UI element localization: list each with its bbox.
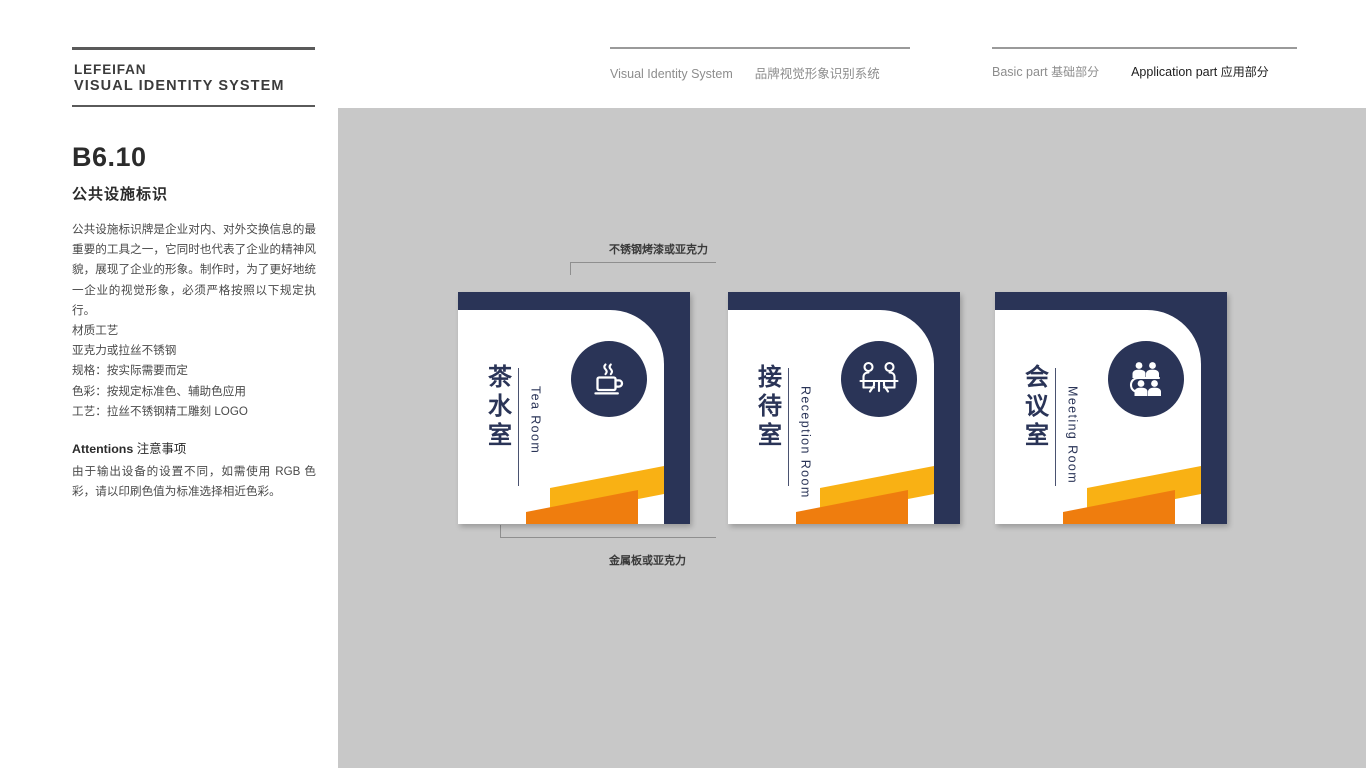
nav-item-basic-part[interactable]: Basic part 基础部分	[992, 63, 1099, 80]
attentions-body: 由于输出设备的设置不同，如需使用 RGB 色彩，请以印刷色值为标准选择相近色彩。	[72, 465, 316, 499]
sidebar: B6.10 公共设施标识 公共设施标识牌是企业对内、对外交换信息的最重要的工具之…	[72, 140, 316, 502]
attentions-heading-cn: 注意事项	[136, 442, 187, 457]
nav-item-visual-identity-system-cn[interactable]: 品牌视觉形象识别系统	[755, 63, 880, 82]
nav-items-right: Basic part 基础部分 Application part 应用部分	[992, 49, 1297, 80]
spec-line-material: 亚克力或拉丝不锈钢	[72, 344, 177, 358]
sign-label-divider	[518, 368, 520, 486]
teacup-icon	[587, 357, 631, 401]
sign-label-group: 会议室 Meeting Room	[1020, 364, 1080, 486]
nav-item-application-part-cn: 应用部分	[1220, 65, 1269, 79]
meeting-group-icon	[1123, 357, 1169, 401]
page-title: 公共设施标识	[72, 186, 169, 203]
sign-label-cn: 接待室	[753, 364, 781, 451]
sign-face: 茶水室 Tea Room	[458, 310, 664, 524]
spec-line-color: 色彩：按规定标准色、辅助色应用	[72, 384, 246, 398]
sign-label-divider	[788, 368, 790, 486]
sign-label-en: Meeting Room	[1065, 386, 1080, 485]
sign-icon-badge	[841, 341, 917, 417]
nav-item-basic-part-en: Basic part	[992, 65, 1048, 79]
callout-line-top-tick	[570, 262, 571, 275]
attentions-heading: Attentions 注意事项	[72, 439, 316, 457]
sign-label-cn: 会议室	[1020, 364, 1048, 451]
sign-face: 接待室 Reception Room	[728, 310, 934, 524]
sign-icon-badge	[571, 341, 647, 417]
brand-name-line2: VISUAL IDENTITY SYSTEM	[74, 78, 285, 94]
callout-label-bottom: 金属板或亚克力	[609, 555, 686, 567]
two-people-table-icon	[856, 357, 902, 401]
callout-line-bottom-tick	[500, 525, 501, 538]
sign-label-divider	[1055, 368, 1057, 486]
brand-names: LEFEIFAN VISUAL IDENTITY SYSTEM	[72, 50, 315, 97]
nav-item-application-part[interactable]: Application part 应用部分	[1131, 63, 1269, 80]
sign-label-en: Reception Room	[798, 386, 813, 499]
spec-line-size: 规格：按实际需要而定	[72, 364, 188, 378]
nav-item-visual-identity-system[interactable]: Visual Identity System	[610, 67, 733, 81]
nav-items-left: Visual Identity System 品牌视觉形象识别系统	[610, 49, 910, 82]
brand-name-line1: LEFEIFAN	[74, 62, 147, 77]
attentions-heading-en: Attentions	[72, 442, 134, 457]
nav-item-application-part-en: Application part	[1131, 65, 1218, 79]
spec-line-material-heading: 材质工艺	[72, 324, 119, 338]
page-section-code: B6.10	[72, 142, 147, 172]
section-description: 公共设施标识牌是企业对内、对外交换信息的最重要的工具之一，它同时也代表了企业的精…	[72, 223, 316, 317]
nav-item-basic-part-cn: 基础部分	[1051, 65, 1100, 79]
callout-label-top: 不锈钢烤漆或亚克力	[609, 244, 708, 256]
brand-block: LEFEIFAN VISUAL IDENTITY SYSTEM	[72, 47, 315, 107]
brand-rule-bottom	[72, 105, 315, 107]
sign-label-group: 茶水室 Tea Room	[483, 364, 543, 486]
sign-label-group: 接待室 Reception Room	[753, 364, 813, 499]
sign-card-reception-room[interactable]: 接待室 Reception Room	[728, 292, 960, 524]
page-root: LEFEIFAN VISUAL IDENTITY SYSTEM Visual I…	[0, 0, 1366, 768]
sign-icon-badge	[1108, 341, 1184, 417]
sign-card-tea-room[interactable]: 茶水室 Tea Room	[458, 292, 690, 524]
callout-line-bottom-horizontal	[500, 537, 716, 538]
spec-list: 材质工艺 亚克力或拉丝不锈钢 规格：按实际需要而定 色彩：按规定标准色、辅助色应…	[72, 321, 316, 422]
sign-face: 会议室 Meeting Room	[995, 310, 1201, 524]
nav-group-left: Visual Identity System 品牌视觉形象识别系统	[610, 47, 910, 82]
sign-label-cn: 茶水室	[483, 364, 511, 451]
callout-line-top-horizontal	[570, 262, 716, 263]
spec-line-craft: 工艺：拉丝不锈钢精工雕刻 LOGO	[72, 404, 248, 418]
sign-card-meeting-room[interactable]: 会议室 Meeting Room	[995, 292, 1227, 524]
sign-label-en: Tea Room	[528, 386, 543, 455]
nav-group-right: Basic part 基础部分 Application part 应用部分	[992, 47, 1297, 80]
